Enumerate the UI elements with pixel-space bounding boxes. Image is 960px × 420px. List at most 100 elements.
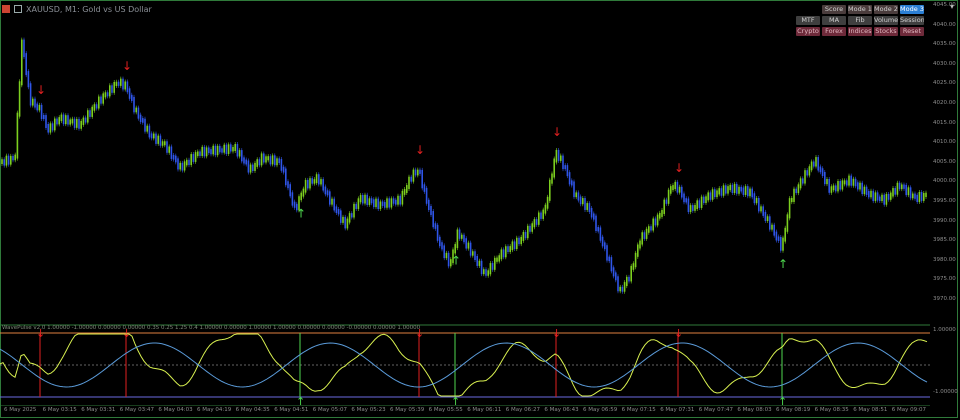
- price-tick: 3970.00: [933, 296, 956, 302]
- price-tick: 4045.00: [933, 2, 956, 8]
- candle-body: [837, 181, 839, 192]
- candle-body: [80, 120, 82, 129]
- candle-body: [766, 216, 769, 222]
- candle-body: [249, 164, 252, 173]
- candle-body: [324, 186, 327, 195]
- candle-body: [51, 123, 54, 131]
- candle-body: [370, 198, 373, 204]
- candle-body: [126, 81, 129, 93]
- candle-body: [95, 104, 98, 109]
- candle-body: [474, 251, 476, 261]
- candle-body: [876, 192, 879, 201]
- candle-body: [854, 178, 857, 187]
- candle-body: [234, 144, 236, 151]
- candle-body: [527, 225, 529, 239]
- candle-body: [164, 141, 166, 146]
- candle-body: [5, 155, 8, 166]
- candle-body: [557, 149, 560, 161]
- candle-body: [333, 198, 335, 211]
- candle-body: [289, 184, 291, 197]
- candle-body: [843, 180, 846, 185]
- time-tick: 6 May 05:55: [428, 407, 463, 413]
- candle-body: [698, 200, 701, 208]
- candle-body: [920, 191, 923, 201]
- candle-body: [104, 92, 107, 98]
- sell-arrow-icon: ↓: [122, 59, 132, 73]
- sell-arrow-icon: ↓: [674, 161, 684, 175]
- candle-body: [423, 184, 426, 192]
- candle-body: [329, 191, 331, 205]
- candle-body: [577, 192, 580, 201]
- candle-body: [863, 186, 866, 195]
- candle-body: [874, 192, 877, 202]
- candle-body: [634, 252, 637, 268]
- candle-body: [769, 216, 771, 230]
- candle-body: [247, 160, 250, 173]
- time-tick: 6 May 06:43: [544, 407, 579, 413]
- candle-body: [434, 223, 437, 229]
- candle-body: [626, 276, 628, 287]
- candle-body: [386, 198, 388, 208]
- candle-body: [54, 118, 56, 131]
- candle-body: [265, 156, 267, 163]
- candle-body: [725, 185, 727, 194]
- candle-body: [824, 172, 826, 185]
- candle-body: [179, 162, 181, 170]
- candle-body: [388, 198, 390, 208]
- time-tick: 6 May 08:35: [814, 407, 849, 413]
- time-tick: 6 May 04:35: [235, 407, 270, 413]
- candle-body: [27, 71, 30, 88]
- candle-body: [23, 39, 25, 58]
- candle-body: [828, 179, 830, 193]
- candle-body: [511, 241, 514, 251]
- candle-body: [813, 161, 815, 167]
- sell-marker-icon: ↓: [552, 327, 561, 340]
- candle-body: [381, 201, 384, 207]
- candle-body: [201, 146, 203, 156]
- candle-body: [7, 155, 10, 165]
- candle-body: [36, 103, 38, 111]
- candle-body: [194, 152, 197, 162]
- price-tick: 3990.00: [933, 217, 956, 224]
- candle-body: [375, 198, 377, 208]
- candle-body: [392, 198, 395, 204]
- candle-body: [894, 188, 896, 195]
- candle-body: [377, 198, 379, 210]
- candle-body: [923, 192, 925, 201]
- candle-body: [476, 256, 478, 266]
- candle-body: [87, 110, 89, 123]
- price-tick: 3980.00: [933, 256, 956, 263]
- candle-body: [408, 176, 410, 190]
- candle-body: [267, 156, 269, 161]
- price-chart[interactable]: ↓↓↓↓↓↓↓↓↓↓↑↑↑↑↑↑: [0, 0, 930, 406]
- candle-body: [98, 96, 100, 109]
- candle-body: [287, 181, 289, 189]
- candle-body: [302, 188, 305, 197]
- candle-body: [212, 145, 214, 155]
- candle-body: [16, 112, 19, 159]
- candle-body: [806, 170, 808, 176]
- candle-body: [568, 172, 571, 185]
- time-tick: 6 May 04:51: [274, 407, 309, 413]
- time-tick: 6 May 05:07: [312, 407, 348, 413]
- candle-body: [865, 186, 868, 196]
- candle-body: [362, 195, 364, 204]
- candle-body: [841, 180, 844, 190]
- candle-body: [419, 169, 421, 174]
- candle-body: [808, 166, 811, 176]
- price-tick: 4040.00: [933, 21, 956, 28]
- candle-body: [142, 118, 144, 123]
- candle-body: [102, 93, 104, 104]
- time-tick: 6 May 07:47: [698, 407, 734, 413]
- price-tick: 4030.00: [933, 60, 956, 67]
- candle-body: [540, 212, 542, 219]
- candle-body: [637, 244, 639, 257]
- time-tick: 6 May 08:03: [737, 407, 772, 413]
- candle-body: [45, 115, 47, 128]
- candle-body: [425, 187, 428, 204]
- candle-body: [681, 186, 683, 198]
- candle-body: [351, 213, 353, 218]
- candle-body: [909, 187, 912, 199]
- candle-body: [685, 198, 687, 203]
- candle-body: [364, 194, 366, 204]
